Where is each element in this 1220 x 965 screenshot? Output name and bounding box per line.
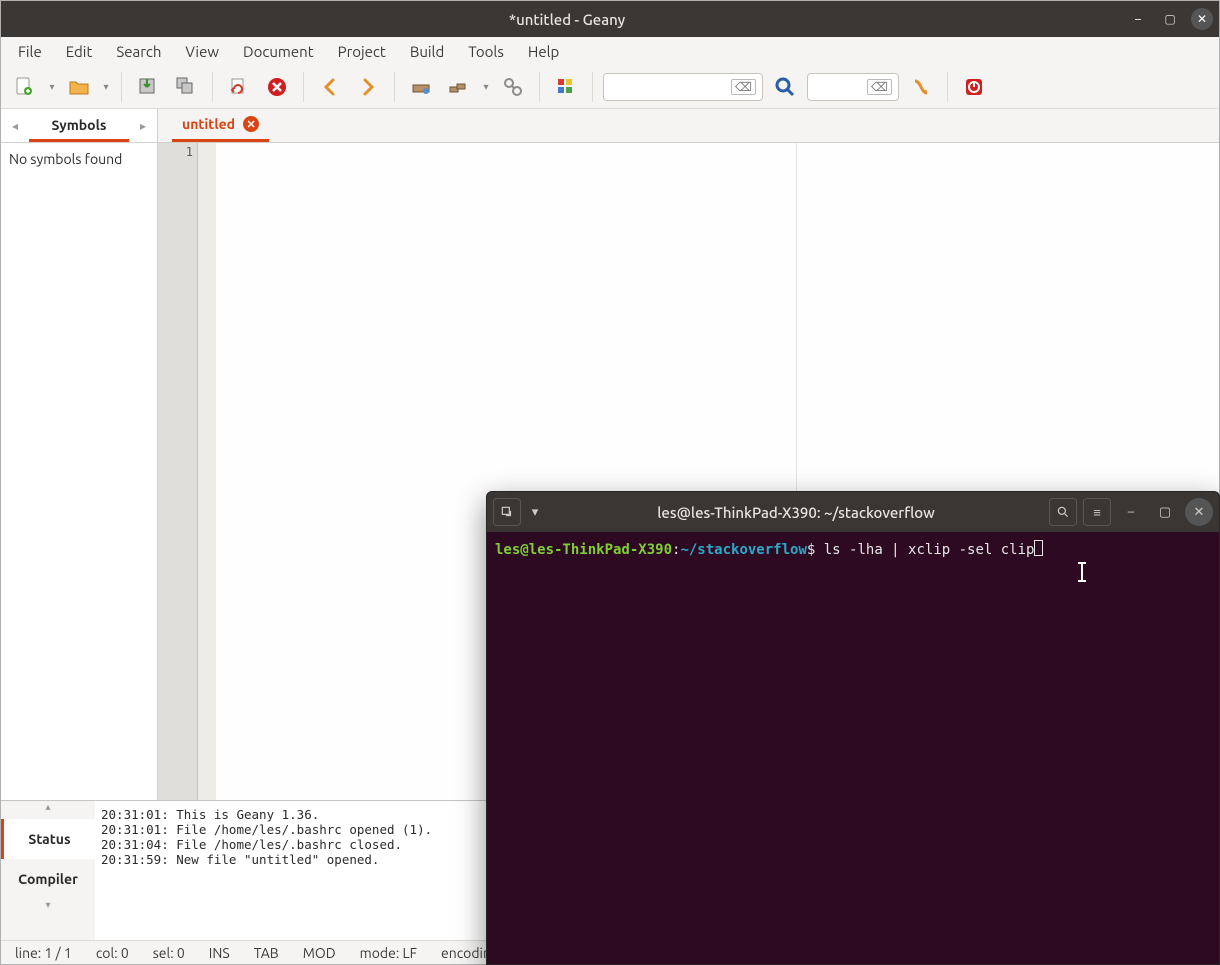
symbols-empty-msg: No symbols found (1, 143, 157, 175)
msgs-scroll-down-icon[interactable]: ▾ (1, 899, 95, 917)
menu-tools[interactable]: Tools (459, 40, 513, 63)
terminal-title: les@les-ThinkPad-X390: ~/stackoverflow (549, 504, 1043, 521)
terminal-window[interactable]: ▾ les@les-ThinkPad-X390: ~/stackoverflow… (486, 491, 1220, 965)
menu-help[interactable]: Help (519, 40, 568, 63)
tab-close-icon[interactable]: ✕ (243, 116, 259, 132)
nav-back-icon[interactable] (314, 71, 346, 103)
quit-icon[interactable] (958, 71, 990, 103)
terminal-maximize-button[interactable]: ▢ (1151, 498, 1179, 526)
geany-title: *untitled - Geany (7, 11, 1127, 28)
geany-sidebar: ◂ Symbols ▸ No symbols found (1, 109, 157, 800)
new-file-icon[interactable] (9, 71, 41, 103)
tab-untitled[interactable]: untitled ✕ (172, 109, 269, 142)
fold-margin (198, 143, 216, 800)
toolbar-search-input[interactable]: ⌫ (603, 73, 763, 101)
build-dropdown[interactable]: ▾ (481, 81, 491, 93)
msgs-scroll-up-icon[interactable]: ▴ (1, 801, 95, 819)
line-number-1: 1 (162, 145, 193, 159)
status-sel: sel: 0 (153, 945, 185, 961)
terminal-minimize-button[interactable]: – (1117, 498, 1145, 526)
compile-icon[interactable] (405, 71, 437, 103)
terminal-cursor (1034, 540, 1043, 556)
find-icon[interactable] (769, 71, 801, 103)
geany-toolbar: ▾ ▾ ▾ (1, 65, 1219, 109)
geany-menubar: File Edit Search View Document Project B… (1, 37, 1219, 65)
tab-compiler[interactable]: Compiler (1, 859, 95, 899)
sidebar-scroll-right-icon[interactable]: ▸ (129, 119, 157, 133)
status-tab: TAB (254, 945, 279, 961)
maximize-button[interactable]: ▢ (1159, 8, 1181, 30)
terminal-header[interactable]: ▾ les@les-ThinkPad-X390: ~/stackoverflow… (487, 492, 1219, 532)
terminal-new-tab-icon[interactable] (493, 498, 521, 526)
terminal-menu-icon[interactable]: ≡ (1083, 498, 1111, 526)
status-line: line: 1 / 1 (15, 945, 72, 961)
line-number-gutter: 1 (158, 143, 198, 800)
terminal-body[interactable]: les@les-ThinkPad-X390:~/stackoverflow$ l… (487, 532, 1219, 964)
terminal-prompt-userhost: les@les-ThinkPad-X390 (495, 542, 672, 558)
status-col: col: 0 (96, 945, 129, 961)
toolbar-goto-input[interactable]: ⌫ (807, 73, 899, 101)
build-icon[interactable] (443, 71, 475, 103)
terminal-prompt-path: ~/stackoverflow (680, 542, 806, 558)
tab-symbols[interactable]: Symbols (29, 110, 129, 142)
open-file-icon[interactable] (63, 71, 95, 103)
menu-view[interactable]: View (176, 40, 228, 63)
close-button[interactable]: ✕ (1191, 8, 1213, 30)
terminal-new-tab-dropdown[interactable]: ▾ (527, 498, 543, 526)
messages-tabs: ▴ Status Compiler ▾ (1, 801, 95, 940)
minimize-button[interactable]: – (1127, 8, 1149, 30)
terminal-close-button[interactable]: ✕ (1185, 498, 1213, 526)
tab-status[interactable]: Status (1, 819, 95, 859)
clear-goto-icon[interactable]: ⌫ (867, 79, 892, 95)
clear-search-icon[interactable]: ⌫ (731, 79, 756, 95)
status-mode: mode: LF (360, 945, 417, 961)
menu-edit[interactable]: Edit (57, 40, 102, 63)
geany-titlebar[interactable]: *untitled - Geany – ▢ ✕ (1, 1, 1219, 37)
status-ins: INS (209, 945, 230, 961)
sidebar-scroll-left-icon[interactable]: ◂ (1, 119, 29, 133)
menu-document[interactable]: Document (234, 40, 323, 63)
save-icon[interactable] (132, 71, 164, 103)
color-chooser-icon[interactable] (550, 71, 582, 103)
open-file-dropdown[interactable]: ▾ (101, 81, 111, 93)
tab-untitled-label: untitled (182, 116, 235, 132)
text-cursor-icon (1081, 564, 1083, 580)
terminal-search-icon[interactable] (1049, 498, 1077, 526)
terminal-dollar: $ (807, 542, 824, 558)
menu-project[interactable]: Project (329, 40, 395, 63)
menu-build[interactable]: Build (401, 40, 453, 63)
document-tabs: untitled ✕ (158, 109, 1219, 143)
save-all-icon[interactable] (170, 71, 202, 103)
execute-icon[interactable] (497, 71, 529, 103)
revert-icon[interactable] (223, 71, 255, 103)
goto-line-icon[interactable] (905, 71, 937, 103)
new-file-dropdown[interactable]: ▾ (47, 81, 57, 93)
close-file-icon[interactable] (261, 71, 293, 103)
menu-search[interactable]: Search (107, 40, 170, 63)
terminal-command: ls -lha | xclip -sel clip (824, 542, 1035, 558)
nav-forward-icon[interactable] (352, 71, 384, 103)
status-mod: MOD (303, 945, 336, 961)
menu-file[interactable]: File (9, 40, 51, 63)
